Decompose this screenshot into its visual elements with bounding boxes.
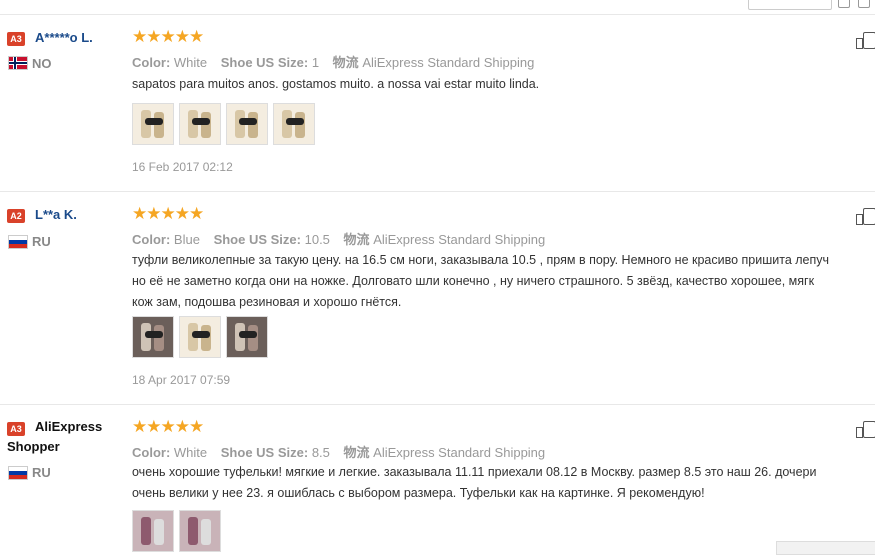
buyer-country: RU	[32, 465, 51, 480]
thumbs-up-icon[interactable]	[856, 421, 875, 438]
review-text: очень хорошие туфельки! мягкие и легкие.…	[132, 462, 875, 504]
shipping-value: AliExpress Standard Shipping	[362, 55, 535, 70]
review-photo-thumbnail[interactable]	[179, 510, 221, 552]
shipping-label: 物流	[343, 232, 370, 247]
color-label: Color:	[132, 232, 171, 247]
size-label: Shoe US Size:	[213, 232, 301, 247]
prev-page-button[interactable]	[838, 0, 850, 8]
review-photo-thumbnail[interactable]	[179, 316, 221, 358]
thumbs-up-icon[interactable]	[856, 208, 875, 225]
size-value: 1	[311, 55, 320, 70]
buyer-level-badge: A2	[7, 209, 25, 223]
review-date: 18 Apr 2017 07:59	[132, 373, 231, 387]
review-text-line: очень хорошие туфельки! мягкие и легкие.…	[132, 465, 817, 479]
size-label: Shoe US Size:	[220, 55, 309, 70]
review-photo-thumbnail[interactable]	[132, 103, 174, 145]
buyer-country: NO	[32, 56, 52, 71]
size-value: 10.5	[304, 232, 330, 247]
review-item: A2 L**a K. RU ★★★★★ Color: Blue Shoe US …	[0, 192, 875, 405]
review-text: туфли великолепные за такую цену. на 16.…	[132, 250, 875, 313]
russia-flag-icon	[8, 235, 28, 249]
buyer-name[interactable]: Shopper	[7, 439, 60, 454]
review-photo-thumbnail[interactable]	[132, 316, 174, 358]
review-photo-thumbnail[interactable]	[132, 510, 174, 552]
buyer-name[interactable]: AliExpress	[35, 419, 102, 434]
review-text-line: туфли великолепные за такую цену. на 16.…	[132, 253, 830, 267]
star-rating: ★★★★★	[132, 204, 204, 223]
buyer-level-badge: A3	[7, 32, 25, 46]
top-toolbar	[0, 0, 875, 15]
review-date: 16 Feb 2017 02:12	[132, 160, 233, 174]
size-value: 8.5	[311, 445, 330, 460]
buyer-level-badge: A3	[7, 422, 25, 436]
review-text: sapatos para muitos anos. gostamos muito…	[132, 74, 875, 95]
color-value: White	[173, 55, 208, 70]
review-photo-thumbnail[interactable]	[179, 103, 221, 145]
order-info: Color: White Shoe US Size: 1 物流 AliExpre…	[132, 52, 534, 71]
color-label: Color:	[132, 445, 171, 460]
norway-flag-icon	[8, 56, 28, 70]
order-info: Color: Blue Shoe US Size: 10.5 物流 AliExp…	[132, 229, 545, 248]
thumbs-up-icon[interactable]	[856, 32, 875, 49]
next-page-button[interactable]	[858, 0, 870, 8]
review-text-line: sapatos para muitos anos. gostamos muito…	[132, 77, 540, 91]
buyer-name[interactable]: L**a K.	[35, 207, 77, 222]
review-photo-thumbnail[interactable]	[273, 103, 315, 145]
buyer-country: RU	[32, 234, 51, 249]
buyer-name[interactable]: A*****o L.	[35, 30, 93, 45]
review-item: A3 A*****o L. NO ★★★★★ Color: White Shoe…	[0, 15, 875, 192]
color-value: White	[173, 445, 208, 460]
review-text-line: но её не заметно когда они на ножке. Дол…	[132, 274, 815, 288]
review-photo-thumbnail[interactable]	[226, 316, 268, 358]
order-info: Color: White Shoe US Size: 8.5 物流 AliExp…	[132, 442, 545, 461]
color-label: Color:	[132, 55, 171, 70]
shipping-label: 物流	[343, 445, 370, 460]
star-rating: ★★★★★	[132, 417, 204, 436]
review-photo-thumbnail[interactable]	[226, 103, 268, 145]
russia-flag-icon	[8, 466, 28, 480]
shipping-label: 物流	[332, 55, 359, 70]
review-item: A3 AliExpress Shopper RU ★★★★★ Color: Wh…	[0, 405, 875, 553]
review-text-line: кож зам, подошва резиновая и хорошо гнёт…	[132, 295, 402, 309]
size-label: Shoe US Size:	[220, 445, 309, 460]
star-rating: ★★★★★	[132, 27, 204, 46]
shipping-value: AliExpress Standard Shipping	[373, 232, 546, 247]
shipping-value: AliExpress Standard Shipping	[373, 445, 546, 460]
color-value: Blue	[173, 232, 200, 247]
sort-select[interactable]	[748, 0, 832, 10]
review-text-line: очень велики у нее 23. я ошиблась с выбо…	[132, 486, 705, 500]
